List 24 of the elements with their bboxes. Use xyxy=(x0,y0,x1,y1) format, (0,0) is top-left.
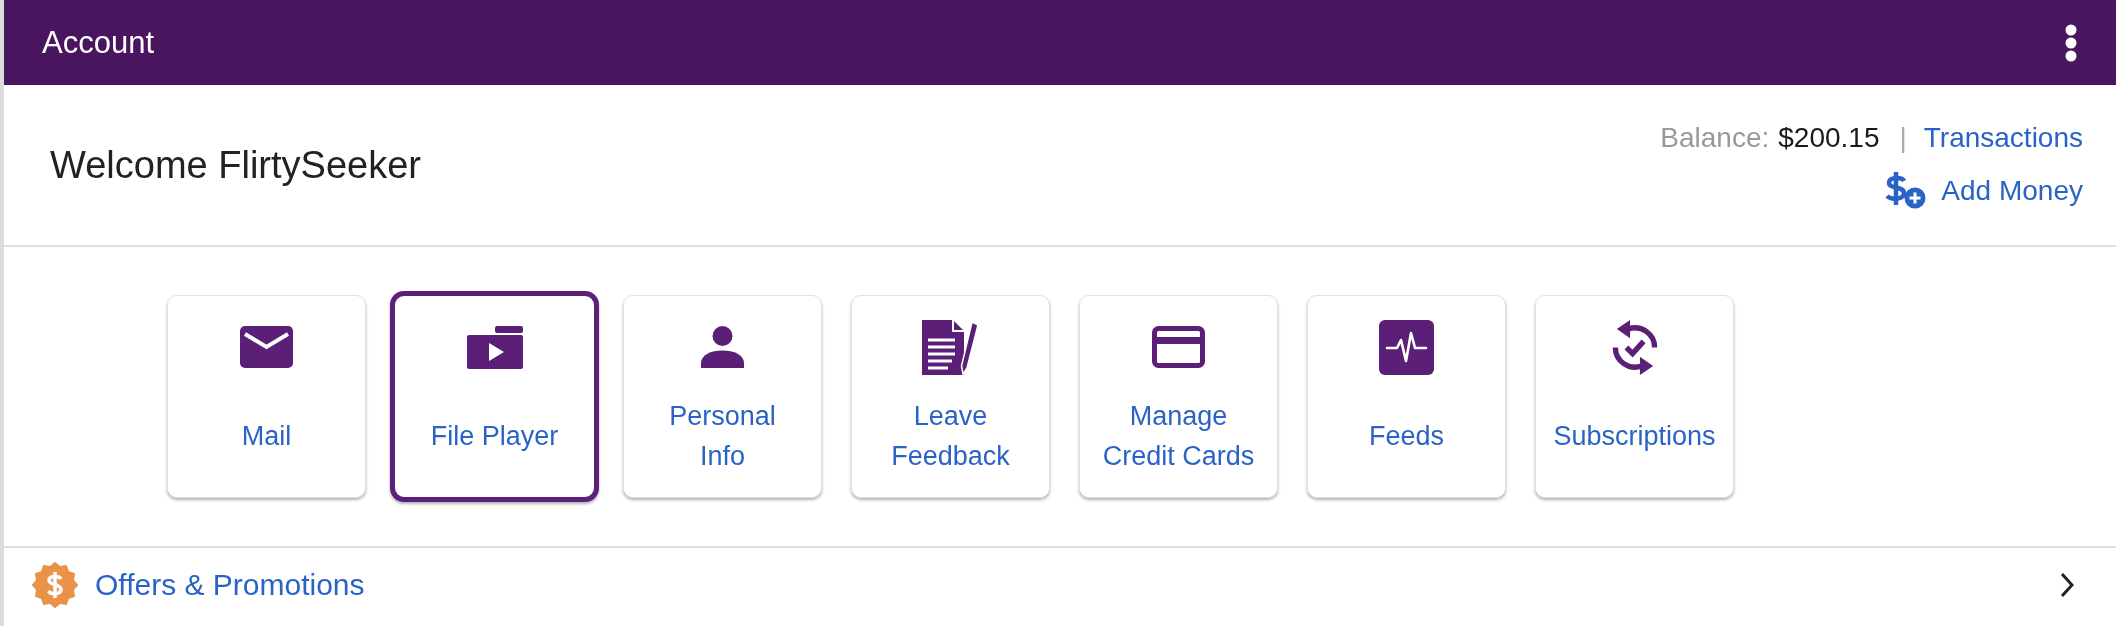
shortcut-tile[interactable]: Personal Info xyxy=(623,295,822,498)
credit-card-icon xyxy=(1152,326,1205,368)
shortcut-tile[interactable]: Leave Feedback xyxy=(851,295,1050,498)
add-money-link[interactable]: Add Money xyxy=(1884,172,2083,209)
pulse-icon xyxy=(1379,319,1434,375)
dollar-badge-icon xyxy=(32,562,78,608)
transactions-link[interactable]: Transactions xyxy=(1923,121,2083,155)
shortcut-tile[interactable]: Manage Credit Cards xyxy=(1079,295,1278,498)
welcome-heading: Welcome FlirtySeeker xyxy=(50,143,421,187)
envelope-icon xyxy=(240,326,293,368)
play-folder-icon xyxy=(466,325,523,369)
shortcut-tile[interactable]: File Player xyxy=(390,291,599,502)
page-title: Account xyxy=(42,24,154,61)
document-pencil-icon xyxy=(922,319,979,375)
balance-amount: $200.15 xyxy=(1778,121,1880,155)
more-options-icon[interactable] xyxy=(2065,23,2077,62)
dollar-plus-icon xyxy=(1884,172,1927,209)
balance-label: Balance: xyxy=(1660,121,1770,155)
shortcut-tile[interactable]: Subscriptions xyxy=(1535,295,1734,498)
shortcut-tile[interactable]: Feeds xyxy=(1307,295,1506,498)
person-icon xyxy=(701,326,744,368)
chevron-right-icon xyxy=(2060,572,2074,598)
separator: | xyxy=(1899,121,1907,155)
shortcut-tile[interactable]: Mail xyxy=(167,295,366,498)
